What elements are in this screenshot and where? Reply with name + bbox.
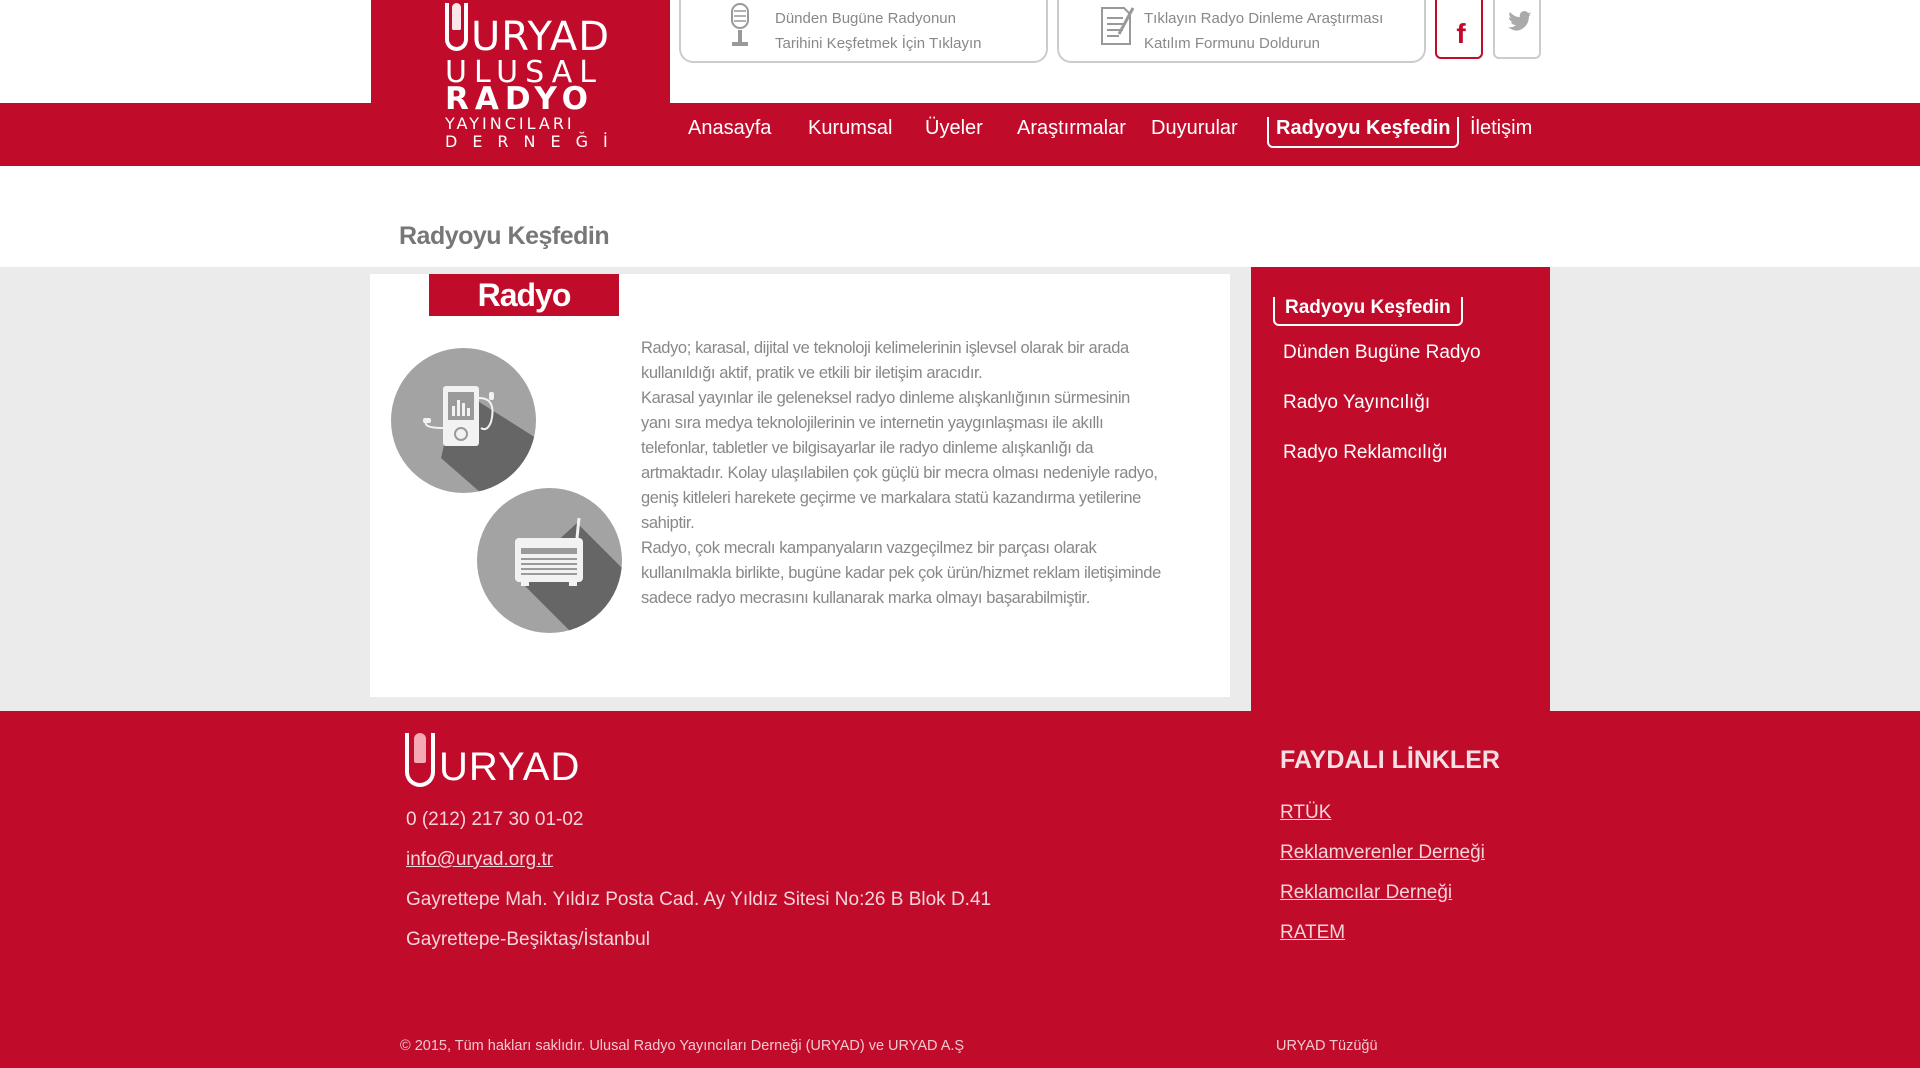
- page-title: Radyoyu Keşfedin: [399, 222, 610, 250]
- document-icon: [1101, 7, 1135, 45]
- article-paragraph: Karasal yayınlar ile geleneksel radyo di…: [641, 389, 1158, 532]
- facebook-button[interactable]: f: [1435, 0, 1483, 59]
- footer-link-reklamverenler[interactable]: Reklamverenler Derneği: [1280, 842, 1485, 864]
- footer-link-reklamcilar[interactable]: Reklamcılar Derneği: [1280, 882, 1452, 904]
- footer-address-line-1: Gayrettepe Mah. Yıldız Posta Cad. Ay Yıl…: [406, 889, 992, 910]
- nav-item-radyoyu-kesfedin[interactable]: Radyoyu Keşfedin: [1267, 117, 1460, 148]
- survey-card[interactable]: Tıklayın Radyo Dinleme Araştırması Katıl…: [1057, 0, 1426, 63]
- footer-logo[interactable]: URYAD: [405, 733, 579, 789]
- logo-brand: URYAD: [471, 14, 611, 60]
- nav-item-kurumsal[interactable]: Kurumsal: [808, 117, 892, 140]
- facebook-icon: f: [1456, 18, 1466, 49]
- nav-item-anasayfa[interactable]: Anasayfa: [688, 117, 771, 140]
- footer-logo-brand: URYAD: [439, 745, 581, 789]
- footer-address-line-2: Gayrettepe-Beşiktaş/İstanbul: [406, 929, 650, 950]
- sidebar: Radyoyu Keşfedin Dünden Bugüne Radyo Rad…: [1251, 267, 1550, 711]
- history-card[interactable]: Dünden Bugüne Radyonun Tarihini Keşfetme…: [679, 0, 1048, 63]
- nav-item-uyeler[interactable]: Üyeler: [925, 117, 983, 140]
- footer-link-rtuk[interactable]: RTÜK: [1280, 802, 1331, 824]
- footer: URYAD 0 (212) 217 30 01-02 info@uryad.or…: [0, 711, 1920, 1068]
- history-card-line-1: Dünden Bugüne Radyonun: [775, 10, 956, 27]
- microphone-logo-icon: [405, 733, 435, 787]
- survey-card-line-2: Katılım Formunu Doldurun: [1144, 35, 1320, 52]
- useful-links-title: FAYDALI LİNKLER: [1280, 746, 1500, 774]
- sidebar-heading[interactable]: Radyoyu Keşfedin: [1273, 297, 1463, 326]
- sidebar-item-radyo-yayinciligi[interactable]: Radyo Yayıncılığı: [1283, 392, 1430, 414]
- facebook-label: f: [1456, 18, 1466, 49]
- nav-item-arastirmalar[interactable]: Araştırmalar: [1017, 117, 1126, 140]
- microphone-logo-icon: [445, 3, 468, 51]
- sidebar-item-radyo-reklamciligi[interactable]: Radyo Reklamcılığı: [1283, 442, 1448, 464]
- mp3-player-icon: [391, 348, 536, 493]
- article-paragraph: Radyo, çok mecralı kampanyaların vazgeçi…: [641, 539, 1161, 607]
- article-tag: Radyo: [429, 274, 619, 316]
- nav-item-duyurular[interactable]: Duyurular: [1151, 117, 1238, 140]
- copyright-text: © 2015, Tüm hakları saklıdır. Ulusal Rad…: [400, 1038, 965, 1054]
- radio-icon: [477, 488, 622, 633]
- survey-card-line-1: Tıklayın Radyo Dinleme Araştırması: [1144, 10, 1384, 27]
- article-paragraph: Radyo; karasal, dijital ve teknoloji kel…: [641, 339, 1129, 382]
- bylaws-link[interactable]: URYAD Tüzüğü: [1276, 1038, 1378, 1054]
- footer-link-ratem[interactable]: RATEM: [1280, 922, 1345, 944]
- logo-line-2: RADYO: [445, 81, 595, 117]
- footer-email-link[interactable]: info@uryad.org.tr: [406, 849, 553, 871]
- article-body: Radyo; karasal, dijital ve teknoloji kel…: [641, 336, 1161, 611]
- logo-line-3: YAYINCILARI: [445, 114, 575, 133]
- history-card-line-2: Tarihini Keşfetmek İçin Tıklayın: [775, 35, 982, 52]
- logo-line-4: DERNEĞİ: [445, 132, 623, 151]
- twitter-button[interactable]: [1493, 0, 1541, 59]
- site-logo[interactable]: URYAD ULUSAL RADYO YAYINCILARI DERNEĞİ: [371, 0, 670, 166]
- sidebar-item-dunden-bugune-radyo[interactable]: Dünden Bugüne Radyo: [1283, 342, 1481, 364]
- main-navigation: Anasayfa Kurumsal Üyeler Araştırmalar Du…: [0, 103, 1920, 166]
- nav-item-iletisim[interactable]: İletişim: [1470, 117, 1532, 140]
- twitter-icon: [1508, 11, 1531, 31]
- footer-phone: 0 (212) 217 30 01-02: [406, 809, 584, 830]
- microphone-icon: [731, 3, 749, 46]
